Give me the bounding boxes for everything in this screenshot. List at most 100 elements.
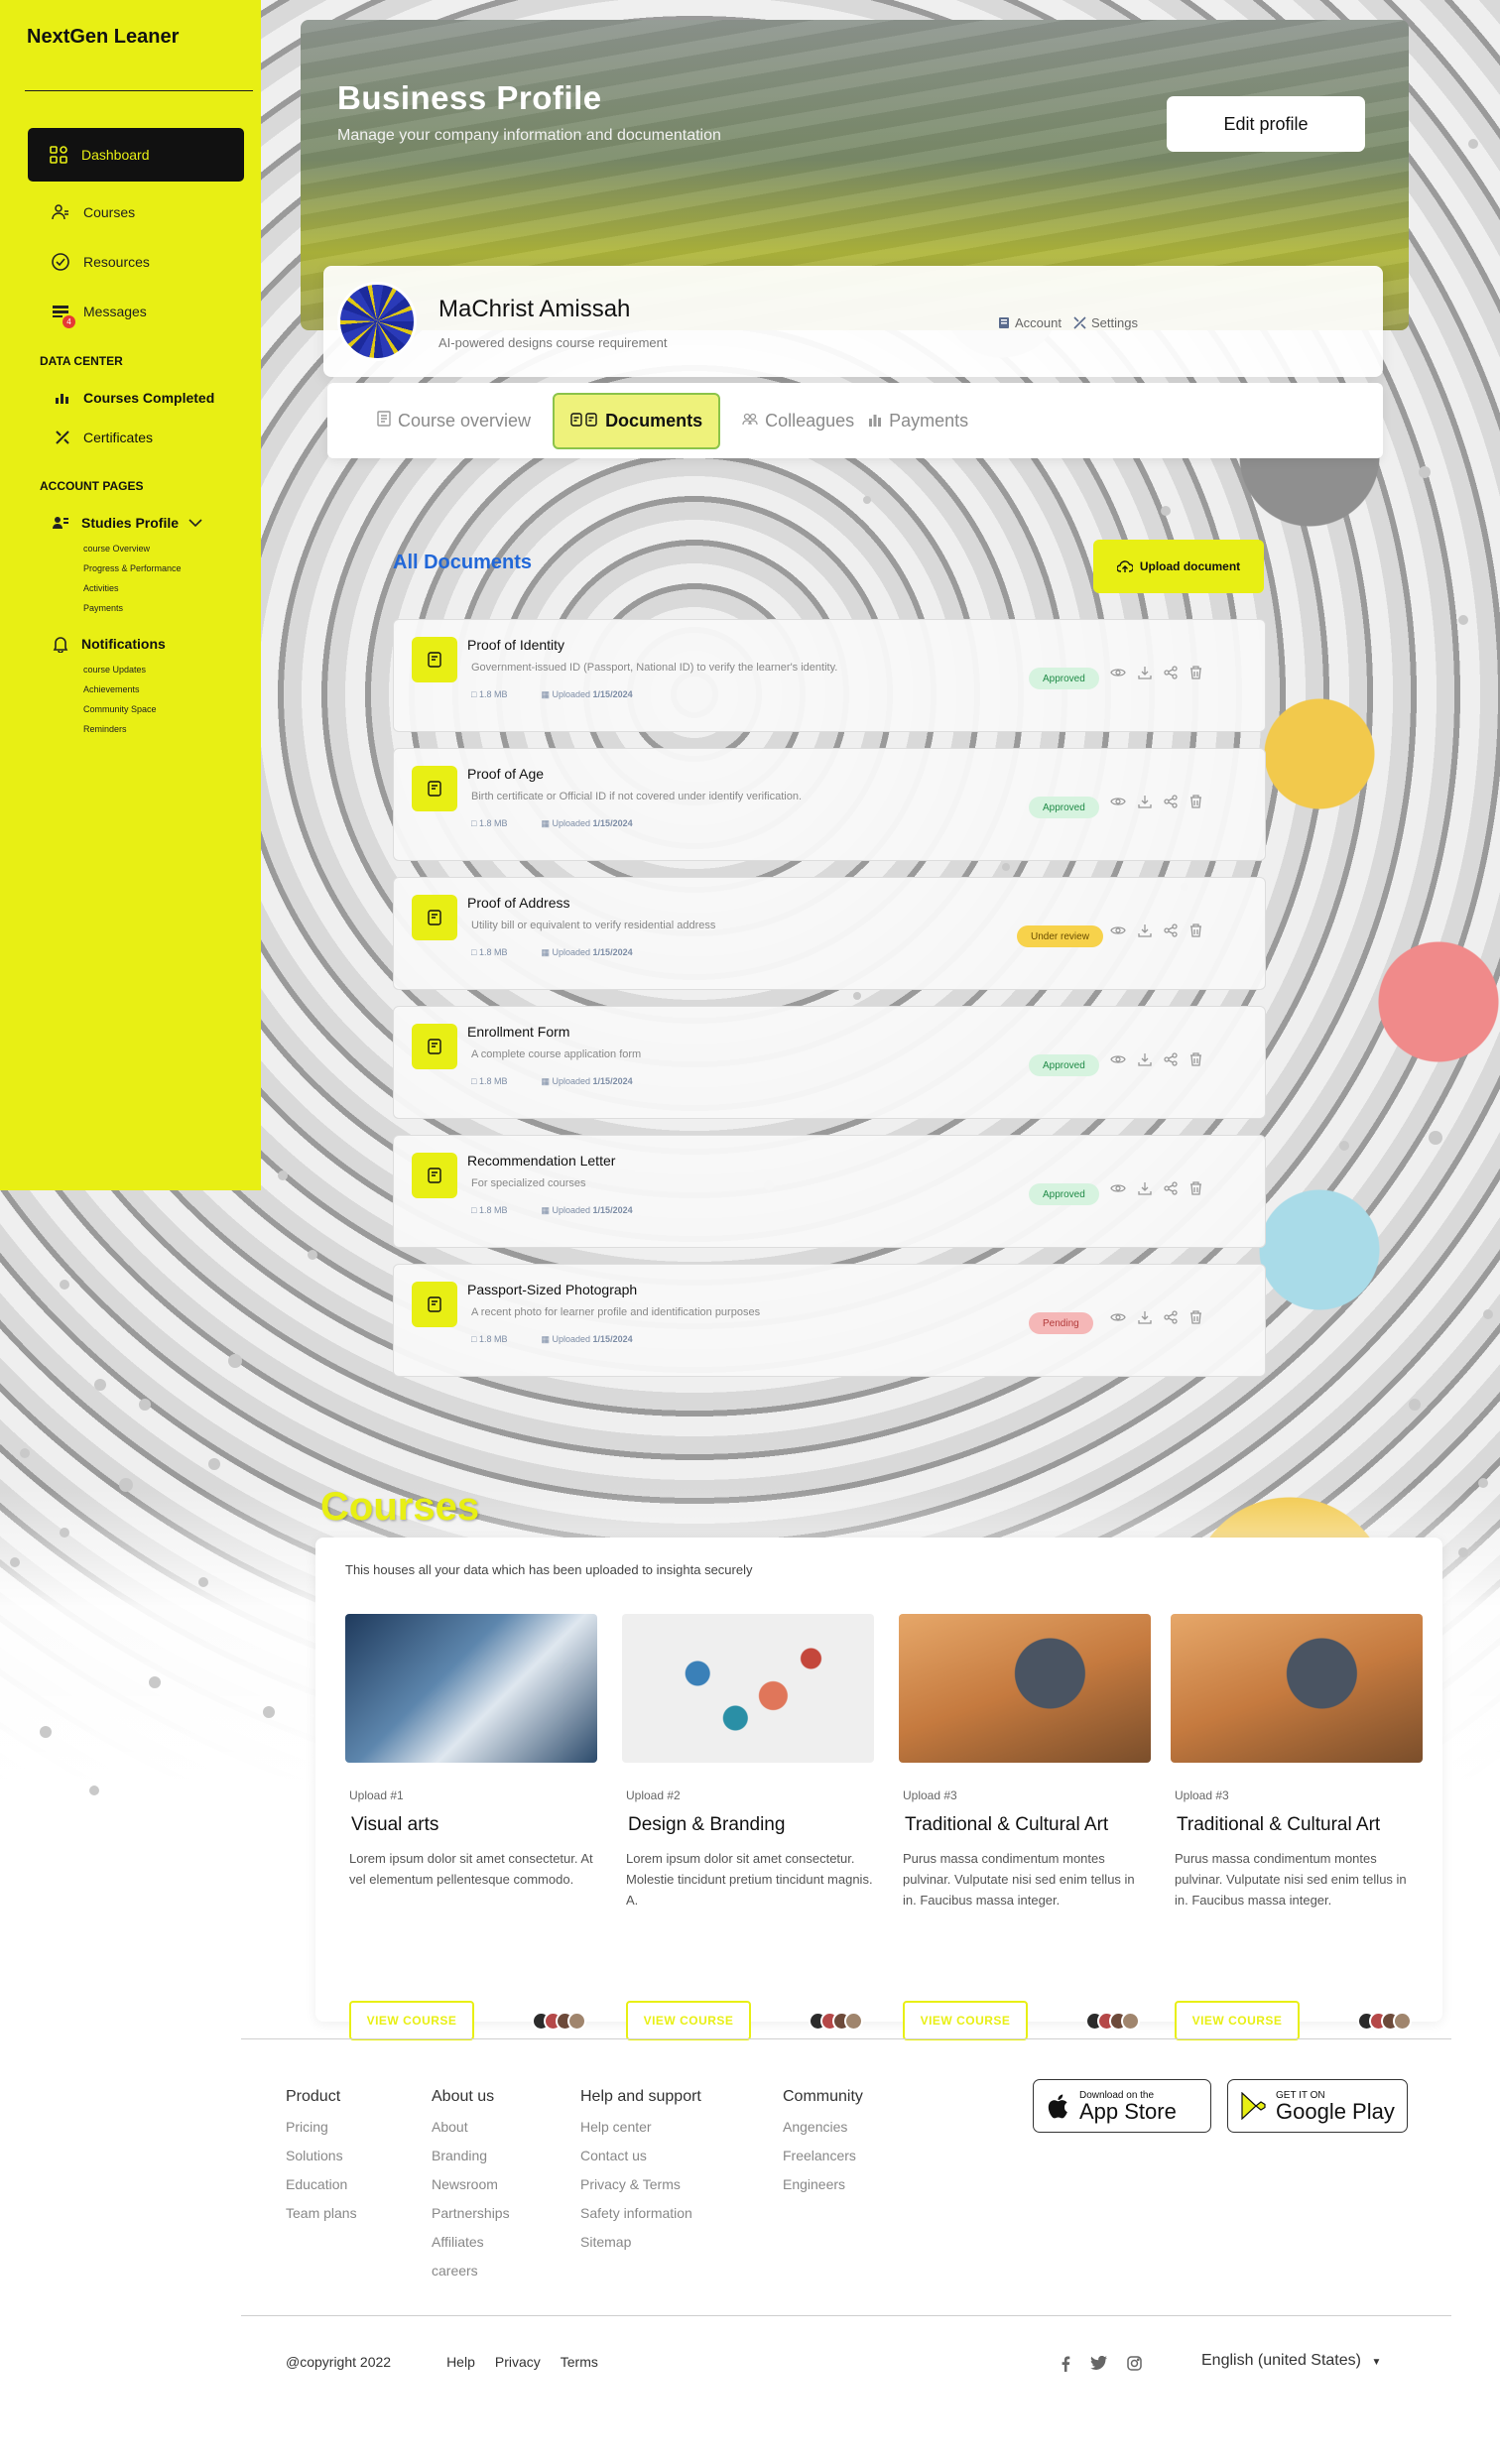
tab-documents[interactable]: Documents (553, 392, 721, 449)
language-selector[interactable]: English (united States) ▼ (1201, 2352, 1381, 2370)
sidebar-item-messages[interactable]: 4 Messages (0, 287, 261, 336)
course-image[interactable] (899, 1614, 1151, 1763)
footer-link[interactable]: Partnerships (432, 2199, 580, 2228)
footer-link[interactable]: Education (286, 2170, 432, 2199)
submenu-item-course-overview[interactable]: course Overview (83, 539, 261, 558)
footer-link[interactable]: Angencies (783, 2113, 981, 2142)
download-icon[interactable] (1138, 1181, 1152, 1199)
view-icon[interactable] (1110, 795, 1126, 812)
share-icon[interactable] (1164, 1310, 1178, 1328)
file-size: □ 1.8 MB (471, 818, 507, 829)
sidebar-item-courses-completed[interactable]: Courses Completed (0, 378, 261, 418)
view-course-button[interactable]: VIEW COURSE (626, 2001, 751, 2040)
sidebar-item-courses[interactable]: Courses (0, 187, 261, 237)
view-icon[interactable] (1110, 666, 1126, 683)
share-icon[interactable] (1164, 666, 1178, 683)
course-image[interactable] (1171, 1614, 1423, 1763)
view-icon[interactable] (1110, 1052, 1126, 1070)
submenu-item-progress[interactable]: Progress & Performance (83, 558, 261, 578)
terms-link[interactable]: Terms (561, 2354, 598, 2370)
tab-course-overview[interactable]: Course overview (377, 411, 531, 431)
view-course-button[interactable]: VIEW COURSE (1175, 2001, 1300, 2040)
document-meta: □ 1.8 MB ▦ Uploaded 1/15/2024 (471, 1205, 633, 1216)
share-icon[interactable] (1164, 1181, 1178, 1199)
footer-link[interactable]: Sitemap (580, 2228, 783, 2257)
footer-link[interactable]: Engineers (783, 2170, 981, 2199)
download-icon[interactable] (1138, 1052, 1152, 1070)
footer-link[interactable]: careers (432, 2257, 580, 2285)
delete-icon[interactable] (1189, 1181, 1202, 1199)
delete-icon[interactable] (1189, 795, 1202, 812)
footer-link[interactable]: Safety information (580, 2199, 783, 2228)
facebook-icon[interactable] (1061, 2356, 1070, 2376)
download-icon[interactable] (1138, 1310, 1152, 1328)
avatar[interactable] (337, 282, 417, 361)
download-icon[interactable] (1138, 666, 1152, 683)
footer-link[interactable]: Team plans (286, 2199, 432, 2228)
footer-link[interactable]: Newsroom (432, 2170, 580, 2199)
file-icon: □ (471, 1334, 477, 1344)
sidebar-item-certificates[interactable]: Certificates (0, 418, 261, 457)
account-link[interactable]: Account (998, 315, 1062, 330)
view-icon[interactable] (1110, 1181, 1126, 1199)
document-file-icon (412, 766, 457, 811)
document-card[interactable]: Enrollment Form A complete course applica… (393, 1006, 1266, 1119)
tab-label: Colleagues (765, 410, 855, 431)
footer-link[interactable]: Affiliates (432, 2228, 580, 2257)
view-course-button[interactable]: VIEW COURSE (903, 2001, 1028, 2040)
view-icon[interactable] (1110, 1310, 1126, 1328)
sidebar-item-dashboard[interactable]: Dashboard (28, 128, 244, 182)
tab-colleagues[interactable]: Colleagues (742, 411, 854, 431)
share-icon[interactable] (1164, 1052, 1178, 1070)
footer-link[interactable]: Pricing (286, 2113, 432, 2142)
app-store-big: App Store (1079, 2098, 1177, 2124)
submenu-item-reminders[interactable]: Reminders (83, 719, 261, 739)
download-icon[interactable] (1138, 924, 1152, 941)
document-card[interactable]: Passport-Sized Photograph A recent photo … (393, 1264, 1266, 1377)
footer-link[interactable]: Solutions (286, 2142, 432, 2170)
help-link[interactable]: Help (446, 2354, 475, 2370)
view-course-button[interactable]: VIEW COURSE (349, 2001, 474, 2040)
course-image[interactable] (345, 1614, 597, 1763)
submenu-item-community-space[interactable]: Community Space (83, 699, 261, 719)
tab-payments[interactable]: Payments (868, 411, 968, 431)
chevron-down-icon[interactable] (188, 515, 202, 531)
document-file-icon (412, 895, 457, 940)
sidebar-item-studies-profile[interactable]: Studies Profile (0, 503, 261, 543)
submenu-item-course-updates[interactable]: course Updates (83, 660, 261, 679)
twitter-icon[interactable] (1090, 2355, 1107, 2376)
edit-profile-button[interactable]: Edit profile (1167, 96, 1365, 152)
footer-link[interactable]: Contact us (580, 2142, 783, 2170)
submenu-item-payments[interactable]: Payments (83, 598, 261, 618)
share-icon[interactable] (1164, 924, 1178, 941)
delete-icon[interactable] (1189, 1310, 1202, 1328)
document-card[interactable]: Proof of Age Birth certificate or Officia… (393, 748, 1266, 861)
delete-icon[interactable] (1189, 924, 1202, 941)
upload-document-button[interactable]: Upload document (1093, 540, 1264, 593)
instagram-icon[interactable] (1127, 2356, 1142, 2376)
settings-link[interactable]: Settings (1073, 315, 1138, 330)
sidebar-item-notifications[interactable]: Notifications (0, 624, 261, 664)
footer-link[interactable]: Privacy & Terms (580, 2170, 783, 2199)
download-icon[interactable] (1138, 795, 1152, 812)
view-icon[interactable] (1110, 924, 1126, 941)
footer-link[interactable]: Help center (580, 2113, 783, 2142)
document-card[interactable]: Recommendation Letter For specialized cou… (393, 1135, 1266, 1248)
calendar-icon: ▦ (541, 1205, 550, 1215)
document-card[interactable]: Proof of Address Utility bill or equivale… (393, 877, 1266, 990)
delete-icon[interactable] (1189, 1052, 1202, 1070)
footer-link[interactable]: Branding (432, 2142, 580, 2170)
sidebar-item-resources[interactable]: Resources (0, 237, 261, 287)
footer-link[interactable]: Freelancers (783, 2142, 981, 2170)
google-play-button[interactable]: GET IT ON Google Play (1227, 2079, 1408, 2133)
submenu-item-achievements[interactable]: Achievements (83, 679, 261, 699)
document-card[interactable]: Proof of Identity Government-issued ID (P… (393, 619, 1266, 732)
footer-link[interactable]: About (432, 2113, 580, 2142)
submenu-item-activities[interactable]: Activities (83, 578, 261, 598)
share-icon[interactable] (1164, 795, 1178, 812)
delete-icon[interactable] (1189, 666, 1202, 683)
privacy-link[interactable]: Privacy (495, 2354, 541, 2370)
avatar (1393, 2012, 1412, 2031)
app-store-button[interactable]: Download on the App Store (1033, 2079, 1211, 2133)
course-image[interactable] (622, 1614, 874, 1763)
